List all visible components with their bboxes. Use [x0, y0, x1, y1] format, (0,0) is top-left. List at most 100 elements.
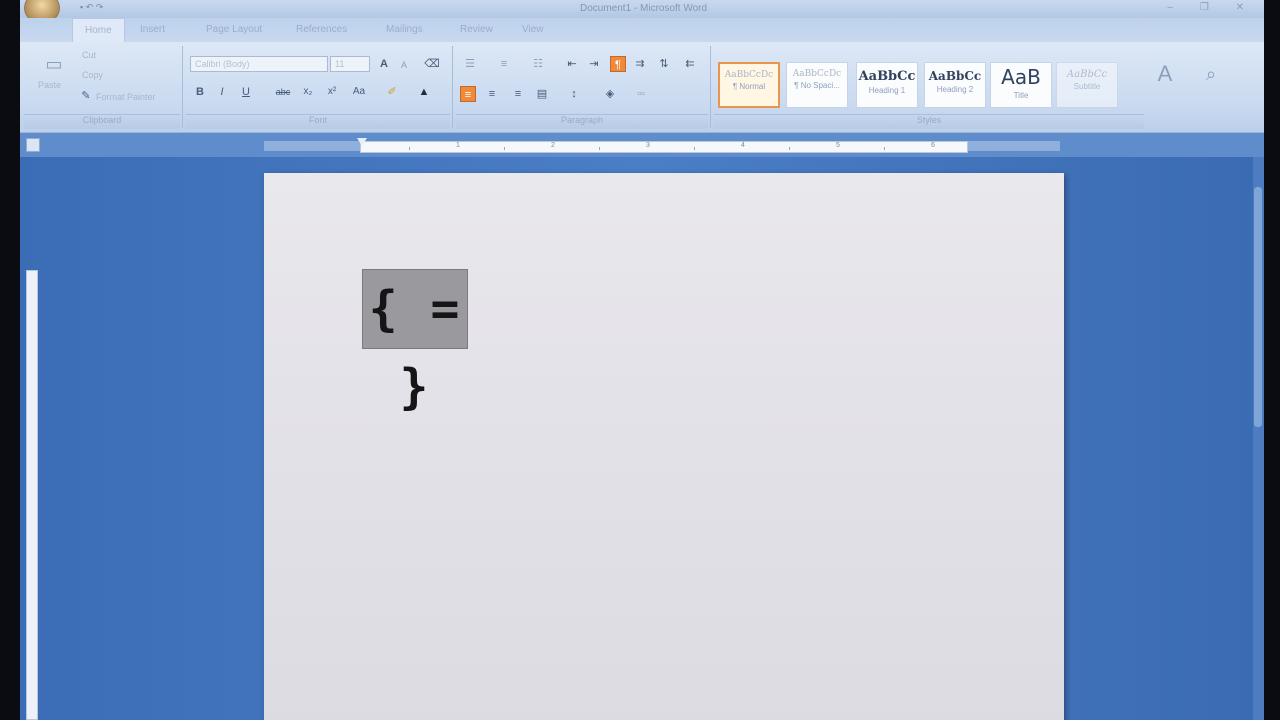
justify-icon[interactable]: ▤ [534, 86, 550, 102]
font-size-box[interactable]: 11 [330, 56, 370, 72]
tab-page-layout[interactable]: Page Layout [206, 24, 262, 35]
style-name: Subtitle [1073, 82, 1101, 91]
monitor-bezel-right [1264, 0, 1280, 720]
font-name-box[interactable]: Calibri (Body) [190, 56, 328, 72]
rtl-icon[interactable]: ⇇ [682, 56, 698, 72]
show-formatting-marks-icon[interactable]: ¶ [610, 56, 626, 72]
style-sample: AaBbCc [1066, 69, 1108, 80]
align-left-icon[interactable]: ≡ [460, 86, 476, 102]
borders-icon[interactable]: ▫▫ [626, 86, 656, 102]
ruler-number: 1 [456, 142, 460, 149]
tab-home[interactable]: Home [72, 18, 125, 42]
style-name: ¶ Normal [732, 82, 766, 91]
style-title[interactable]: AaB Title [990, 62, 1052, 108]
paste-button-label[interactable]: Paste [38, 80, 61, 90]
ruler-number: 2 [551, 142, 555, 149]
style-name: Heading 2 [936, 85, 974, 94]
field-code[interactable]: { = } [362, 269, 468, 415]
ruler-tick [599, 147, 600, 150]
save-icon[interactable]: ▪ [80, 2, 83, 12]
line-spacing-icon[interactable]: ↕ [566, 86, 582, 102]
align-center-icon[interactable]: ≡ [484, 86, 500, 102]
find-icon[interactable]: ⌕ [1196, 65, 1226, 96]
ruler-number: 4 [741, 142, 745, 149]
cut-button[interactable]: Cut [82, 50, 96, 60]
first-line-indent-marker[interactable] [357, 138, 367, 146]
paragraph-group-label: Paragraph [456, 114, 708, 129]
style-heading-2[interactable]: AaBbCc Heading 2 [924, 62, 986, 108]
group-divider [182, 46, 183, 128]
tab-references[interactable]: References [296, 24, 347, 35]
tab-mailings[interactable]: Mailings [386, 24, 423, 35]
vertical-ruler[interactable] [26, 270, 38, 720]
bullets-icon[interactable]: ☰ [462, 56, 478, 72]
style-sample: AaBbCcDc [792, 69, 842, 79]
redo-icon[interactable]: ↷ [96, 2, 104, 12]
ruler-number: 5 [836, 142, 840, 149]
ruler-tick [789, 147, 790, 150]
window-title: Document1 - Microsoft Word [580, 3, 708, 14]
numbering-icon[interactable]: ≡ [496, 56, 512, 72]
group-divider [452, 46, 453, 128]
grow-font-button[interactable]: A [376, 56, 392, 72]
tab-selector-button[interactable] [26, 138, 40, 152]
format-painter-icon[interactable]: ✎ [78, 88, 94, 104]
window-controls[interactable]: – ❐ ✕ [1168, 2, 1256, 13]
group-divider [710, 46, 711, 128]
copy-button[interactable]: Copy [82, 70, 103, 80]
strikethrough-button[interactable]: abc [272, 84, 294, 100]
undo-icon[interactable]: ↶ [86, 2, 94, 12]
ribbon-tabs: Home Insert Page Layout References Maili… [20, 18, 1264, 42]
style-normal[interactable]: AaBbCcDc ¶ Normal [718, 62, 780, 108]
decrease-indent-icon[interactable]: ⇤ [564, 56, 580, 72]
ruler-tick [409, 147, 410, 150]
multilevel-list-icon[interactable]: ☷ [530, 56, 546, 72]
shading-icon[interactable]: ◈ [602, 86, 618, 102]
monitor-bezel-left [0, 0, 20, 720]
style-heading-1[interactable]: AaBbCc Heading 1 [856, 62, 918, 108]
style-sample: AaB [1001, 65, 1041, 89]
superscript-button[interactable]: x² [324, 84, 340, 100]
style-sample: AaBbCc [858, 69, 916, 84]
quick-access-toolbar[interactable]: ▪ ↶ ↷ [80, 2, 103, 13]
format-painter-button[interactable]: Format Painter [96, 92, 156, 102]
horizontal-ruler[interactable]: 1 2 3 4 5 6 [360, 141, 968, 153]
scroll-thumb[interactable] [1254, 187, 1262, 427]
style-sample: AaBbCcDc [724, 70, 774, 80]
highlight-icon[interactable]: ✐ [384, 84, 400, 100]
subscript-button[interactable]: x₂ [300, 84, 316, 100]
ruler-tick [694, 147, 695, 150]
align-right-icon[interactable]: ≡ [510, 86, 526, 102]
clipboard-group-label: Clipboard [24, 114, 180, 129]
shrink-font-button[interactable]: A [396, 57, 412, 73]
sort-icon[interactable]: ⇅ [656, 56, 672, 72]
title-bar: ▪ ↶ ↷ Document1 - Microsoft Word – ❐ ✕ [20, 0, 1264, 24]
change-case-button[interactable]: Aa [348, 84, 370, 100]
style-no-spacing[interactable]: AaBbCcDc ¶ No Spaci... [786, 62, 848, 108]
style-subtitle[interactable]: AaBbCc Subtitle [1056, 62, 1118, 108]
vertical-scrollbar[interactable] [1253, 157, 1264, 720]
change-styles-icon[interactable]: A [1150, 63, 1180, 96]
style-sample: AaBbCc [928, 69, 982, 83]
ruler-left-margin [264, 141, 360, 151]
ltr-icon[interactable]: ⇉ [632, 56, 648, 72]
ruler-tick [504, 147, 505, 150]
ruler-tick [884, 147, 885, 150]
tab-insert[interactable]: Insert [140, 24, 165, 35]
bold-button[interactable]: B [192, 84, 208, 100]
ribbon: ▭ Paste Cut Copy ✎ Format Painter Clipbo… [20, 42, 1264, 133]
font-color-icon[interactable]: ▲ [416, 84, 432, 100]
style-name: ¶ No Spaci... [794, 81, 840, 90]
style-name: Heading 1 [868, 86, 906, 95]
tab-view[interactable]: View [522, 24, 544, 35]
font-group-label: Font [186, 114, 450, 129]
tab-review[interactable]: Review [460, 24, 493, 35]
increase-indent-icon[interactable]: ⇥ [586, 56, 602, 72]
ruler-right-margin [968, 141, 1060, 151]
clear-formatting-icon[interactable]: ⌫ [424, 56, 440, 72]
underline-button[interactable]: U [238, 84, 254, 100]
paste-icon[interactable]: ▭ [42, 52, 66, 76]
document-page[interactable]: { = } [264, 173, 1064, 720]
italic-button[interactable]: I [214, 84, 230, 100]
word-window: ▪ ↶ ↷ Document1 - Microsoft Word – ❐ ✕ H… [20, 0, 1264, 720]
